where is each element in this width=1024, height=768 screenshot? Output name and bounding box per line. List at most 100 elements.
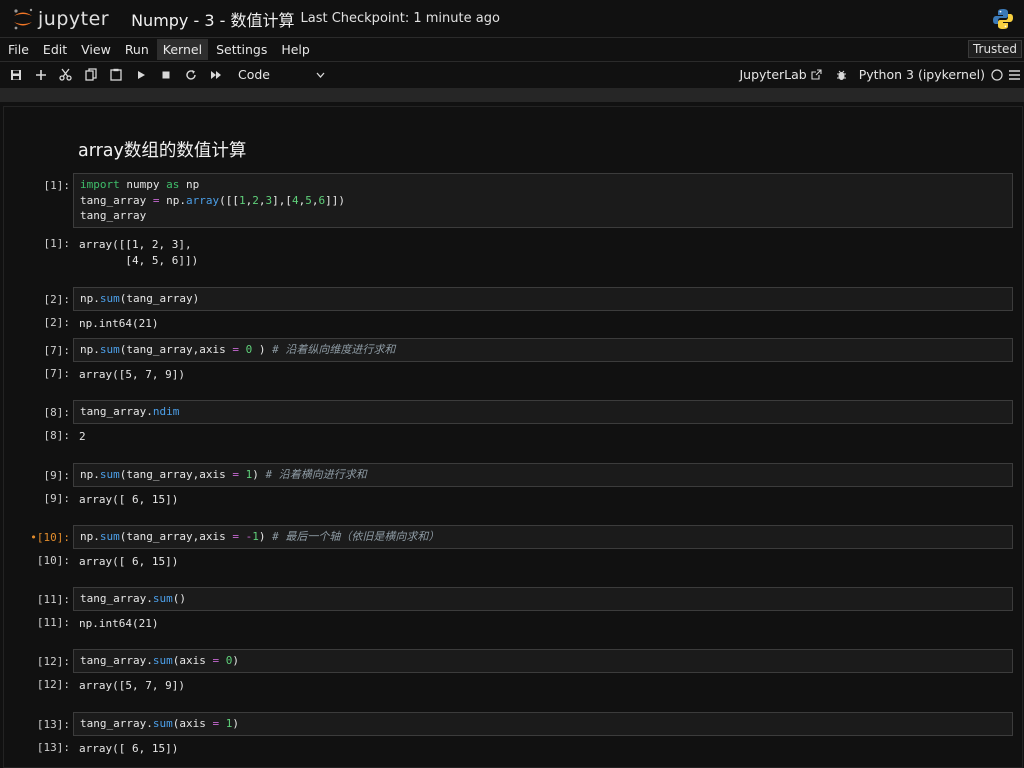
code-token: (tang_array) [119, 292, 200, 305]
code-line: tang_array.sum(axis = 1) [80, 716, 1012, 732]
jupyter-logo[interactable]: jupyter [12, 7, 109, 31]
code-token: np. [80, 468, 100, 481]
code-token: 4 [291, 193, 299, 207]
trusted-indicator[interactable]: Trusted [967, 40, 1022, 58]
code-input[interactable]: np.sum(tang_array) [73, 287, 1013, 311]
notebook-title[interactable]: Numpy - 3 - 数值计算 [131, 7, 294, 31]
output-prompt: [12]: [36, 678, 70, 691]
output-prompt: [9]: [43, 492, 71, 505]
code-input[interactable]: np.sum(tang_array,axis = -1) # 最后一个轴（依旧是… [73, 525, 1013, 549]
output-prompt: [10]: [36, 554, 70, 567]
code-token: ]]) [325, 193, 345, 207]
add-cell-icon[interactable] [28, 62, 53, 87]
code-token: ) [232, 717, 239, 730]
menu-run[interactable]: Run [119, 39, 155, 60]
menu-view[interactable]: View [75, 39, 117, 60]
paste-icon[interactable] [103, 62, 128, 87]
code-input[interactable]: tang_array.sum() [73, 587, 1013, 611]
code-token: import [80, 178, 120, 191]
menu-bar: File Edit View Run Kernel Settings Help … [0, 38, 1024, 62]
input-prompt: [2]: [43, 293, 71, 306]
cell-output: array([[1, 2, 3], [4, 5, 6]]) [79, 238, 199, 267]
code-input[interactable]: tang_array.sum(axis = 0) [73, 649, 1013, 673]
notebook-panel[interactable]: array数组的数值计算 [1]: import numpy as np tang_… [3, 106, 1023, 768]
external-link-icon[interactable] [811, 69, 822, 80]
menu-help[interactable]: Help [275, 39, 316, 60]
divider-bar [0, 88, 1024, 102]
menu-edit[interactable]: Edit [37, 39, 73, 60]
output-prompt: [8]: [43, 429, 71, 442]
code-token: tang_array. [80, 592, 153, 605]
code-token: tang_array [80, 193, 153, 207]
cell-output: array([ 6, 15]) [79, 493, 179, 506]
code-token: sum [99, 292, 120, 305]
cut-icon[interactable] [53, 62, 78, 87]
menu-file[interactable]: File [2, 39, 35, 60]
code-token: ndim [152, 405, 180, 418]
bug-icon[interactable] [836, 69, 847, 81]
restart-icon[interactable] [178, 62, 203, 87]
code-token: ) [252, 468, 266, 481]
code-token: tang_array [80, 209, 147, 222]
input-prompt: [13]: [36, 718, 70, 731]
code-line: import numpy as np [80, 177, 1012, 193]
code-line: np.sum(tang_array,axis = 0 ) # 沿着纵向维度进行求… [80, 342, 1012, 358]
code-token: (tang_array,axis [119, 530, 233, 543]
code-input[interactable]: tang_array.ndim [73, 400, 1013, 424]
code-token: sum [152, 592, 173, 605]
code-token: sum [152, 654, 173, 667]
fast-forward-icon[interactable] [203, 62, 228, 87]
python-logo-icon [992, 8, 1014, 34]
code-token: 1 [238, 193, 246, 207]
copy-icon[interactable] [78, 62, 103, 87]
code-token: np. [80, 292, 100, 305]
code-token: numpy [119, 178, 167, 191]
code-input[interactable]: np.sum(tang_array,axis = 1) # 沿着横向进行求和 [73, 463, 1013, 487]
code-input[interactable]: np.sum(tang_array,axis = 0 ) # 沿着纵向维度进行求… [73, 338, 1013, 362]
save-icon[interactable] [3, 62, 28, 87]
menu-icon[interactable] [1009, 69, 1020, 80]
input-prompt: [11]: [36, 593, 70, 606]
stop-icon[interactable] [153, 62, 178, 87]
code-line: np.sum(tang_array,axis = 1) # 沿着横向进行求和 [80, 467, 1012, 483]
code-token: (axis [172, 654, 213, 667]
cell-type-value: Code [238, 67, 271, 82]
input-prompt: •[10]: [30, 531, 70, 544]
code-token: tang_array. [80, 717, 153, 730]
cell-output: array([5, 7, 9]) [79, 679, 185, 692]
code-token: ],[ [272, 193, 292, 207]
code-token: = [232, 343, 239, 356]
cell-output: 2 [79, 430, 86, 443]
output-prompt: [2]: [43, 316, 71, 329]
code-token: () [172, 592, 186, 605]
code-token: np. [159, 193, 186, 207]
logo-text: jupyter [38, 7, 110, 30]
cell-type-select[interactable]: Code [238, 67, 302, 82]
code-token: # 沿着纵向维度进行求和 [272, 343, 396, 356]
cell-output: array([ 6, 15]) [79, 742, 179, 755]
input-prompt: [7]: [43, 344, 71, 357]
code-token: sum [99, 343, 120, 356]
menu-kernel[interactable]: Kernel [156, 39, 209, 60]
run-icon[interactable] [128, 62, 153, 87]
code-token: (tang_array,axis [119, 468, 233, 481]
kernel-name[interactable]: Python 3 (ipykernel) [859, 67, 985, 82]
input-prompt: [1]: [43, 179, 71, 192]
code-input[interactable]: import numpy as np tang_array = np.array(… [73, 173, 1013, 228]
jupyterlab-link[interactable]: JupyterLab [739, 67, 806, 82]
markdown-heading: array数组的数值计算 [78, 141, 247, 161]
menu-settings[interactable]: Settings [210, 39, 273, 60]
code-token: np. [80, 343, 100, 356]
code-token: sum [99, 468, 120, 481]
code-token: sum [152, 717, 173, 730]
chevron-down-icon[interactable] [308, 62, 333, 87]
kernel-status-icon [991, 68, 1003, 81]
code-token: # 最后一个轴（依旧是横向求和） [272, 530, 440, 543]
code-token: ([[ [219, 193, 239, 207]
output-prompt: [11]: [36, 616, 70, 629]
code-input[interactable]: tang_array.sum(axis = 1) [73, 712, 1013, 736]
jupyter-logo-icon [14, 8, 33, 29]
